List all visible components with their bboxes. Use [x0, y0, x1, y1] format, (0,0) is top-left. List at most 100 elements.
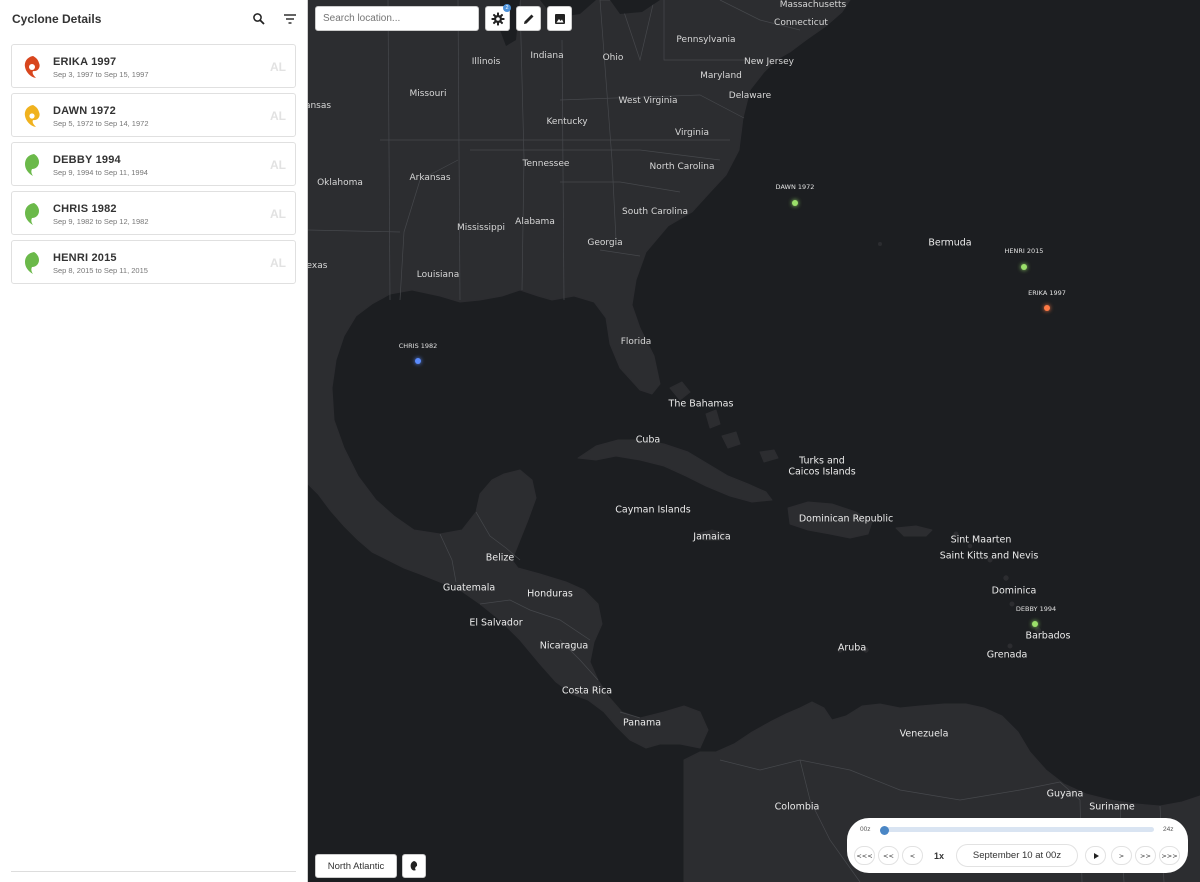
hurricane-icon: [22, 55, 42, 79]
map-place-label: Massachusetts: [779, 0, 847, 10]
map-place-label: Sint Maarten: [950, 534, 1012, 546]
skip-start-button[interactable]: <<<: [854, 846, 875, 865]
pencil-icon: [523, 14, 533, 24]
sidebar: Cyclone Details ERIKA 1997 Sep 3, 1997 to…: [0, 0, 308, 882]
timeline-slider-thumb[interactable]: [880, 826, 889, 835]
map-place-label: Missouri: [409, 89, 447, 99]
map-place-label: Indiana: [530, 51, 564, 61]
map-place-label: Grenada: [986, 649, 1028, 661]
map-place-label: Venezuela: [899, 728, 949, 740]
map[interactable]: Massachusetts Connecticut Pennsylvania Indi…: [308, 0, 1200, 882]
storm-dates: Sep 9, 1982 to Sep 12, 1982: [53, 217, 149, 226]
draw-button[interactable]: [516, 6, 541, 31]
storm-card[interactable]: CHRIS 1982 Sep 9, 1982 to Sep 12, 1982 AL: [11, 191, 296, 235]
image-icon: [554, 13, 565, 24]
storm-marker[interactable]: [1032, 621, 1038, 627]
storm-marker-label: DEBBY 1994: [1015, 605, 1057, 613]
basin-toggle-button[interactable]: [402, 854, 426, 878]
basin-selector-button[interactable]: North Atlantic: [315, 854, 397, 878]
map-place-label: Caicos Islands: [788, 466, 856, 478]
map-place-label: Guatemala: [442, 582, 496, 594]
storm-card[interactable]: HENRI 2015 Sep 8, 2015 to Sep 11, 2015 AL: [11, 240, 296, 284]
map-place-label: Louisiana: [416, 270, 460, 280]
timeline-current-date: September 10 at 00z: [956, 844, 1078, 867]
map-place-label: Colombia: [774, 801, 820, 813]
image-export-button[interactable]: [547, 6, 572, 31]
map-place-label: Jamaica: [693, 531, 731, 543]
map-place-label: ansas: [308, 101, 332, 111]
storm-marker[interactable]: [1021, 264, 1027, 270]
timeline-panel: 00z 24z <<< << < 1x September 10 at 00z …: [847, 818, 1188, 873]
filter-icon[interactable]: [280, 9, 300, 29]
storm-name: HENRI 2015: [53, 252, 117, 264]
search-icon[interactable]: [249, 9, 269, 29]
map-place-label: Ohio: [602, 53, 624, 63]
storm-marker-label: ERIKA 1997: [1028, 289, 1066, 297]
settings-badge: 2: [503, 4, 511, 12]
map-place-label: Cayman Islands: [615, 504, 691, 516]
map-place-label: exas: [308, 261, 328, 271]
storm-basin-badge: AL: [270, 109, 286, 123]
storm-basin-badge: AL: [270, 158, 286, 172]
storm-card[interactable]: DAWN 1972 Sep 5, 1972 to Sep 14, 1972 AL: [11, 93, 296, 137]
step-forward-far-button[interactable]: >>: [1135, 846, 1156, 865]
storm-marker[interactable]: [1044, 305, 1050, 311]
map-place-label: Arkansas: [409, 173, 451, 183]
map-place-label: Suriname: [1089, 801, 1135, 813]
storm-marker[interactable]: [415, 358, 421, 364]
storm-marker-label: CHRIS 1982: [398, 342, 438, 350]
map-place-label: North Carolina: [649, 162, 715, 172]
map-place-label: Georgia: [587, 238, 623, 248]
map-place-label: Alabama: [515, 217, 555, 227]
map-place-label: Maryland: [700, 71, 742, 81]
timeline-end-label: 24z: [1163, 826, 1174, 833]
map-place-label: Delaware: [728, 91, 772, 101]
map-place-label: Dominican Republic: [798, 513, 894, 525]
map-place-label: Belize: [485, 552, 515, 564]
settings-button[interactable]: 2: [485, 4, 511, 31]
map-place-label: Illinois: [471, 57, 501, 67]
map-place-label: The Bahamas: [668, 398, 734, 410]
timeline-slider-track[interactable]: [884, 827, 1154, 832]
map-place-label: Dominica: [991, 585, 1037, 597]
storm-basin-badge: AL: [270, 256, 286, 270]
storm-dates: Sep 9, 1994 to Sep 11, 1994: [53, 168, 148, 177]
gear-icon: [491, 12, 504, 25]
map-place-label: Pennsylvania: [676, 35, 736, 45]
location-search-input[interactable]: [315, 6, 479, 31]
storm-marker-label: HENRI 2015: [1004, 247, 1044, 255]
timeline-start-label: 00z: [860, 826, 871, 833]
storm-basin-badge: AL: [270, 207, 286, 221]
tropical-depression-icon: [22, 153, 42, 177]
sidebar-title: Cyclone Details: [12, 12, 102, 26]
storm-marker[interactable]: [792, 200, 798, 206]
step-forward-button[interactable]: >: [1111, 846, 1132, 865]
play-button[interactable]: [1085, 846, 1106, 865]
storm-marker-label: DAWN 1972: [775, 183, 815, 191]
map-place-label: Barbados: [1025, 630, 1071, 642]
storm-icon: [410, 861, 418, 871]
playback-speed-button[interactable]: 1x: [929, 846, 949, 865]
step-back-button[interactable]: <: [902, 846, 923, 865]
map-place-label: Connecticut: [774, 18, 828, 28]
map-place-label: Virginia: [675, 128, 709, 138]
storm-name: DAWN 1972: [53, 105, 116, 117]
map-place-label: Bermuda: [928, 237, 972, 249]
map-place-label: Florida: [620, 337, 652, 347]
map-place-label: Oklahoma: [317, 178, 363, 188]
map-place-label: Kentucky: [546, 117, 588, 127]
map-place-label: Turks and: [799, 455, 845, 467]
map-place-label: South Carolina: [621, 207, 689, 217]
map-place-label: Cuba: [635, 434, 661, 446]
map-place-label: New Jersey: [744, 57, 794, 67]
storm-dates: Sep 8, 2015 to Sep 11, 2015: [53, 266, 148, 275]
storm-basin-badge: AL: [270, 60, 286, 74]
storm-card[interactable]: DEBBY 1994 Sep 9, 1994 to Sep 11, 1994 AL: [11, 142, 296, 186]
map-place-label: West Virginia: [618, 96, 678, 106]
map-place-label: Mississippi: [457, 223, 505, 233]
map-place-label: Guyana: [1046, 788, 1084, 800]
storm-card[interactable]: ERIKA 1997 Sep 3, 1997 to Sep 15, 1997 AL: [11, 44, 296, 88]
tropical-depression-icon: [22, 202, 42, 226]
step-back-far-button[interactable]: <<: [878, 846, 899, 865]
skip-end-button[interactable]: >>>: [1159, 846, 1180, 865]
